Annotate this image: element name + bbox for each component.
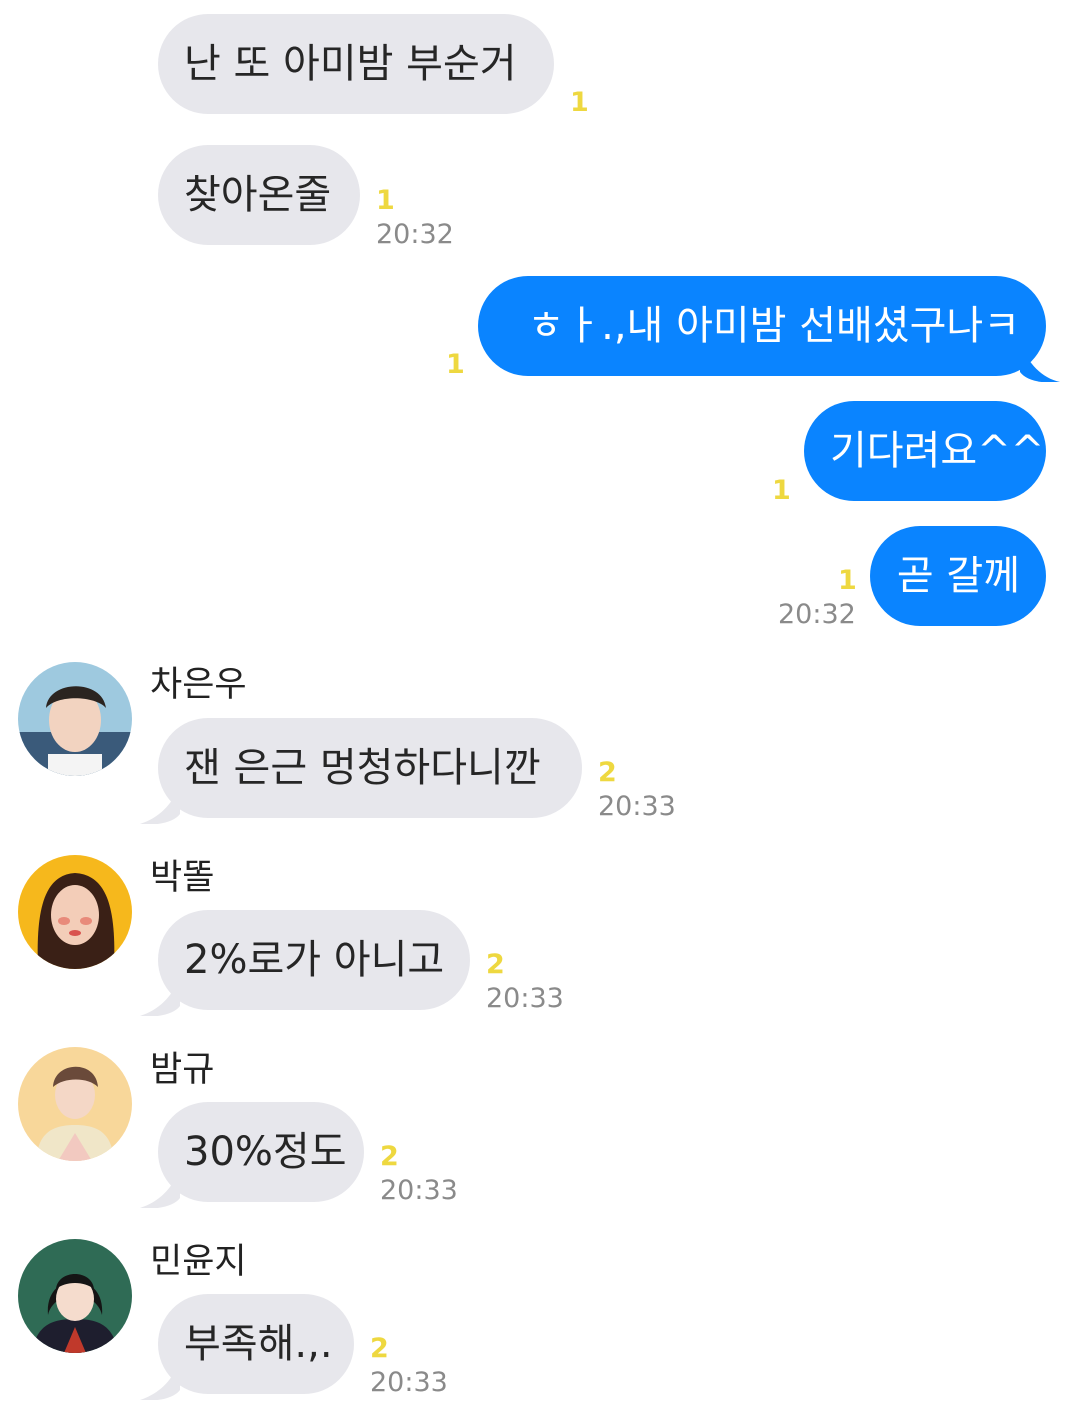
message-bubble-outgoing[interactable]: 기다려요^^: [804, 401, 1046, 501]
avatar-photo-icon: [18, 662, 132, 776]
message-bubble-incoming[interactable]: 부족해.,.: [158, 1294, 354, 1394]
avatar-photo-icon: [18, 1047, 132, 1161]
message-bubble-incoming[interactable]: 30%정도: [158, 1102, 364, 1202]
unread-count: 2: [370, 1333, 389, 1364]
sender-name: 민윤지: [150, 1242, 247, 1282]
message-timestamp: 20:33: [598, 791, 676, 822]
message-bubble-incoming[interactable]: 난 또 아미밤 부순거: [158, 14, 554, 114]
avatar[interactable]: [18, 1239, 132, 1353]
unread-count: 1: [376, 185, 395, 216]
message-bubble-incoming[interactable]: 2%로가 아니고: [158, 910, 470, 1010]
message-text: ㅎㅏ.,내 아미밤 선배셨구나ㅋ: [527, 303, 1020, 349]
unread-count: 2: [380, 1141, 399, 1172]
avatar[interactable]: [18, 1047, 132, 1161]
unread-count: 2: [598, 757, 617, 788]
message-bubble-outgoing[interactable]: 곧 갈께: [870, 526, 1046, 626]
message-text: 곧 갈께: [896, 553, 1020, 599]
message-text: 난 또 아미밤 부순거: [184, 41, 517, 87]
message-timestamp: 20:33: [486, 983, 564, 1014]
message-bubble-incoming[interactable]: 잰 은근 멍청하다니깐: [158, 718, 582, 818]
avatar[interactable]: [18, 855, 132, 969]
sender-name: 차은우: [150, 665, 247, 705]
message-timestamp: 20:32: [376, 219, 454, 250]
message-text: 30%정도: [184, 1129, 347, 1175]
avatar-photo-icon: [18, 855, 132, 969]
message-text: 잰 은근 멍청하다니깐: [184, 745, 541, 791]
unread-count: 2: [486, 949, 505, 980]
unread-count: 1: [570, 87, 589, 118]
bubble-tail-icon: [1020, 342, 1060, 382]
unread-count: 1: [838, 565, 857, 596]
sender-name: 박똘: [150, 858, 215, 898]
unread-count: 1: [772, 475, 791, 506]
unread-count: 1: [446, 349, 465, 380]
message-timestamp: 20:33: [380, 1175, 458, 1206]
avatar-photo-icon: [18, 1239, 132, 1353]
message-bubble-incoming[interactable]: 찾아온줄: [158, 145, 360, 245]
avatar[interactable]: [18, 662, 132, 776]
message-text: 찾아온줄: [184, 172, 332, 218]
message-text: 2%로가 아니고: [184, 937, 445, 983]
message-text: 기다려요^^: [830, 428, 1045, 474]
sender-name: 밤규: [150, 1050, 215, 1090]
message-timestamp: 20:33: [370, 1367, 448, 1398]
message-timestamp: 20:32: [778, 599, 856, 630]
message-text: 부족해.,.: [184, 1321, 333, 1367]
message-bubble-outgoing[interactable]: ㅎㅏ.,내 아미밤 선배셨구나ㅋ: [478, 276, 1046, 376]
